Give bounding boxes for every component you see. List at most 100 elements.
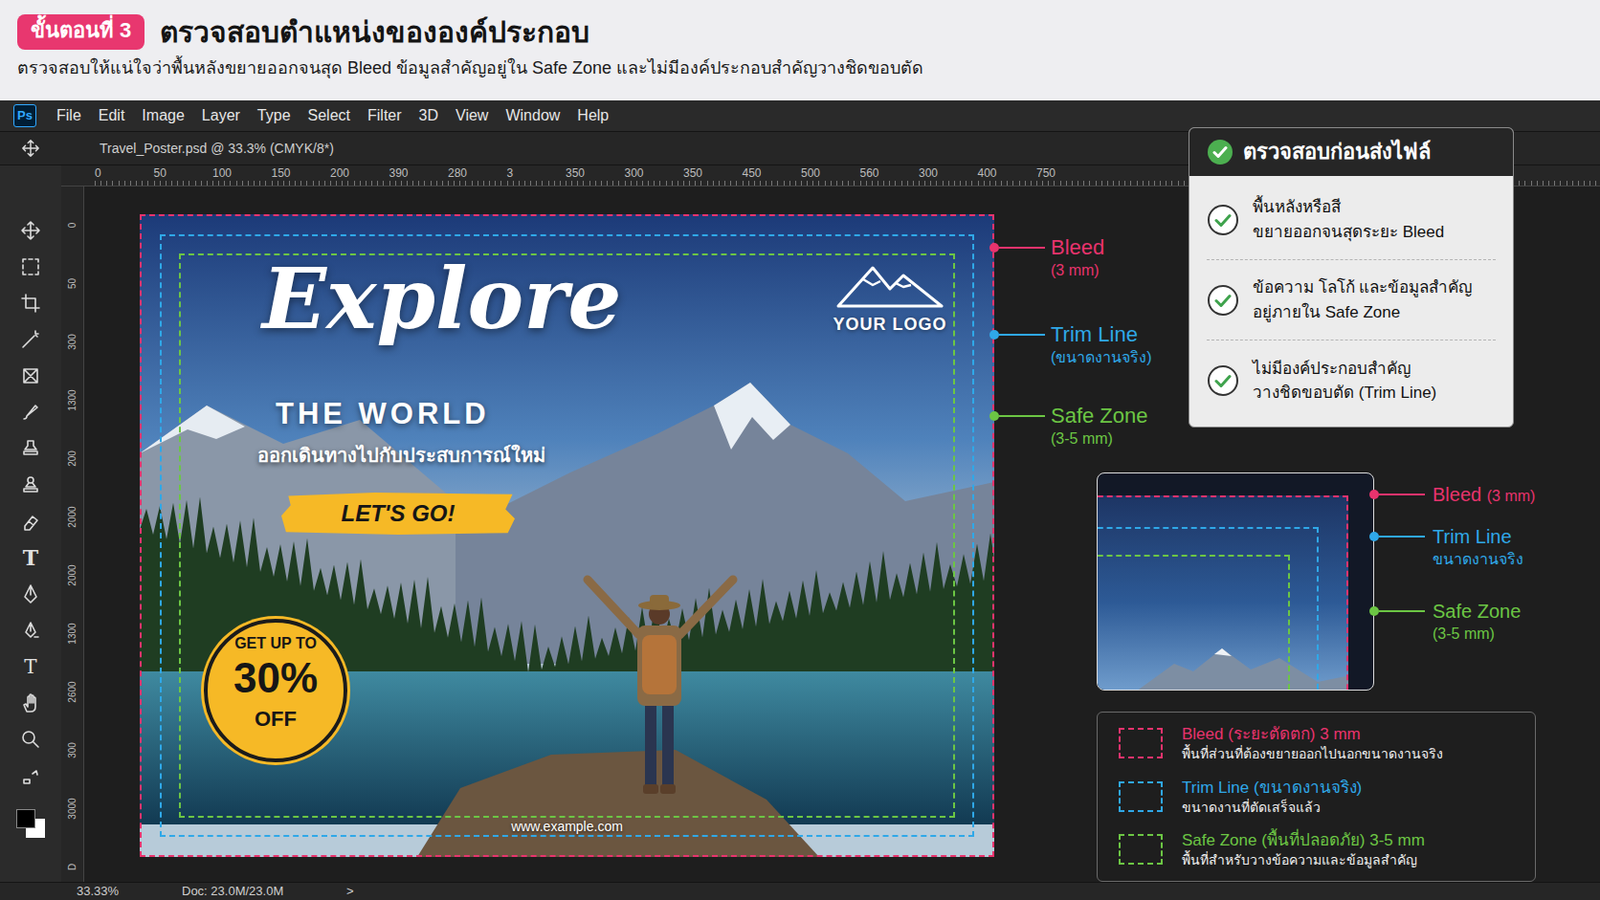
checklist-item: พื้นหลังหรือสีขยายออกจนสุดระยะ Bleed [1206, 179, 1496, 261]
ruler-number: 300 [624, 165, 685, 181]
callout-detail: (3-5 mm) [1050, 428, 1149, 450]
app-logo[interactable]: Ps [13, 104, 37, 128]
zoom-label-title: Trim Line [1432, 524, 1524, 550]
ruler-number: 750 [1036, 165, 1096, 181]
zoom-dot [1369, 532, 1379, 542]
zoom-guide-line [1096, 495, 1349, 691]
checklist-card: ตรวจสอบก่อนส่งไฟล์พื้นหลังหรือสีขยายออกจ… [1188, 127, 1514, 428]
menu-item[interactable]: Select [299, 106, 359, 125]
ruler-cell: 200 [61, 429, 84, 489]
zoom-line [1378, 610, 1425, 613]
callout-line [999, 246, 1045, 249]
legend-swatch [1118, 781, 1163, 813]
menu-item[interactable]: Layer [193, 106, 249, 125]
menu-item[interactable]: Type [248, 106, 300, 125]
magic-wand-icon[interactable] [20, 329, 42, 351]
history-brush-icon[interactable] [20, 474, 42, 496]
tool-button[interactable] [11, 576, 50, 613]
legend-description: พื้นที่ส่วนที่ต้องขยายออกไปนอกขนาดงานจริ… [1181, 745, 1444, 764]
checklist-body: พื้นหลังหรือสีขยายออกจนสุดระยะ Bleedข้อค… [1189, 176, 1513, 427]
zoom-tool-icon[interactable] [20, 729, 42, 751]
legend-text: Trim Line (ขนาดงานจริง)ขนาดงานที่ตัดเสร็… [1181, 777, 1362, 818]
eraser-tool-icon[interactable] [20, 511, 42, 533]
menu-item[interactable]: Edit [89, 106, 134, 125]
zoom-level[interactable]: 33.33% [76, 882, 182, 900]
callout-pointer [989, 235, 1045, 261]
brush-tool-icon[interactable] [20, 401, 42, 423]
frame-tool-icon[interactable] [20, 365, 42, 387]
info-panel: ตรวจสอบก่อนส่งไฟล์พื้นหลังหรือสีขยายออกจ… [1096, 127, 1587, 883]
menu-item[interactable]: Help [568, 106, 618, 125]
zoom-label: Bleed (3 mm) [1369, 482, 1535, 510]
tool-button[interactable] [11, 248, 50, 286]
move-tool-icon[interactable] [20, 220, 42, 242]
tool-preset[interactable] [0, 138, 62, 158]
menu-item[interactable]: Window [496, 106, 569, 125]
tool-button[interactable] [11, 503, 50, 540]
ruler-cell: 2600 [61, 663, 84, 722]
tool-button[interactable] [11, 721, 50, 758]
tool-button[interactable] [11, 321, 50, 358]
menu-item[interactable]: File [47, 106, 90, 125]
text-tool[interactable]: T [11, 539, 50, 577]
tool-button[interactable] [11, 394, 50, 431]
menu-item[interactable]: 3D [410, 106, 447, 125]
ruler-number: 50 [154, 165, 214, 181]
crop-tool-icon[interactable] [20, 292, 42, 314]
vertical-text-tool[interactable]: T [11, 648, 50, 686]
ruler-number: 280 [447, 165, 508, 181]
status-arrow[interactable]: > [346, 882, 355, 900]
zoom-label-detail: (3-5 mm) [1432, 623, 1521, 645]
poster-headline[interactable]: Explore [262, 250, 623, 348]
menu-item[interactable]: Filter [358, 106, 411, 125]
marquee-tool-icon[interactable] [20, 256, 42, 278]
checklist-text: พื้นหลังหรือสีขยายออกจนสุดระยะ Bleed [1252, 195, 1445, 245]
poster-url[interactable]: www.example.com [139, 819, 995, 835]
guide-callout: Trim Line(ขนาดงานจริง) [989, 322, 1153, 369]
photoshop-window: Ps FileEditImageLayerTypeSelectFilter3DVi… [0, 100, 1600, 900]
tool-button[interactable] [11, 285, 50, 322]
zoom-box [1096, 472, 1375, 691]
badge-line: OFF [254, 708, 297, 747]
poster[interactable]: Explore THE WORLD ออกเดินทางไปกับประสบการณ… [139, 214, 995, 858]
callout-line [999, 333, 1045, 336]
tool-button[interactable] [11, 466, 50, 504]
pen-tool-icon[interactable] [20, 583, 42, 605]
ruler-number: 2000 [65, 564, 80, 586]
tool-button[interactable] [11, 212, 50, 249]
tool-button[interactable] [11, 685, 50, 722]
menu-item[interactable]: Image [133, 106, 193, 125]
ruler-number: 390 [389, 165, 449, 181]
hand-tool-icon[interactable] [20, 692, 42, 714]
zoom-label: Safe Zone(3-5 mm) [1369, 599, 1521, 645]
document-tab[interactable]: Travel_Poster.psd @ 33.3% (CMYK/8*) [61, 138, 354, 159]
tool-button[interactable] [11, 612, 50, 649]
legend-description: พื้นที่สำหรับวางข้อความและข้อมูลสำคัญ [1181, 851, 1425, 870]
ruler-cell: 3000 [61, 779, 84, 839]
badge-value: 30% [233, 656, 318, 709]
quick-mask-icon[interactable] [20, 765, 42, 787]
move-tool-icon[interactable] [21, 138, 41, 158]
menu-item[interactable]: View [446, 106, 497, 125]
foreground-color-swatch[interactable] [16, 809, 36, 829]
left-ruler: 050300130020020002000130026003003000D [61, 186, 85, 883]
ruler-number: 150 [271, 165, 332, 181]
poster-subheadline[interactable]: THE WORLD [275, 396, 490, 432]
callout-detail: (3 mm) [1050, 260, 1105, 282]
stamp-tool-icon[interactable] [20, 438, 42, 460]
discount-badge[interactable]: GET UP TO30%OFF [203, 619, 348, 763]
tool-button[interactable] [11, 357, 50, 395]
freeform-pen-icon[interactable] [20, 620, 42, 642]
ruler-number: 50 [65, 278, 80, 289]
zoom-line [1378, 493, 1425, 496]
guide-box [139, 214, 995, 858]
tool-button[interactable] [11, 757, 50, 795]
ruler-number: 400 [977, 165, 1038, 181]
color-swatches[interactable] [14, 807, 47, 841]
zoom-dot [1369, 489, 1379, 500]
poster-tagline[interactable]: ออกเดินทางไปกับประสบการณ์ใหม่ [257, 442, 546, 469]
poster-logo[interactable]: YOUR LOGO [821, 262, 959, 338]
tool-button[interactable] [11, 430, 50, 467]
ruler-number: 300 [65, 742, 80, 759]
cta-button[interactable]: LET'S GO! [281, 492, 515, 535]
